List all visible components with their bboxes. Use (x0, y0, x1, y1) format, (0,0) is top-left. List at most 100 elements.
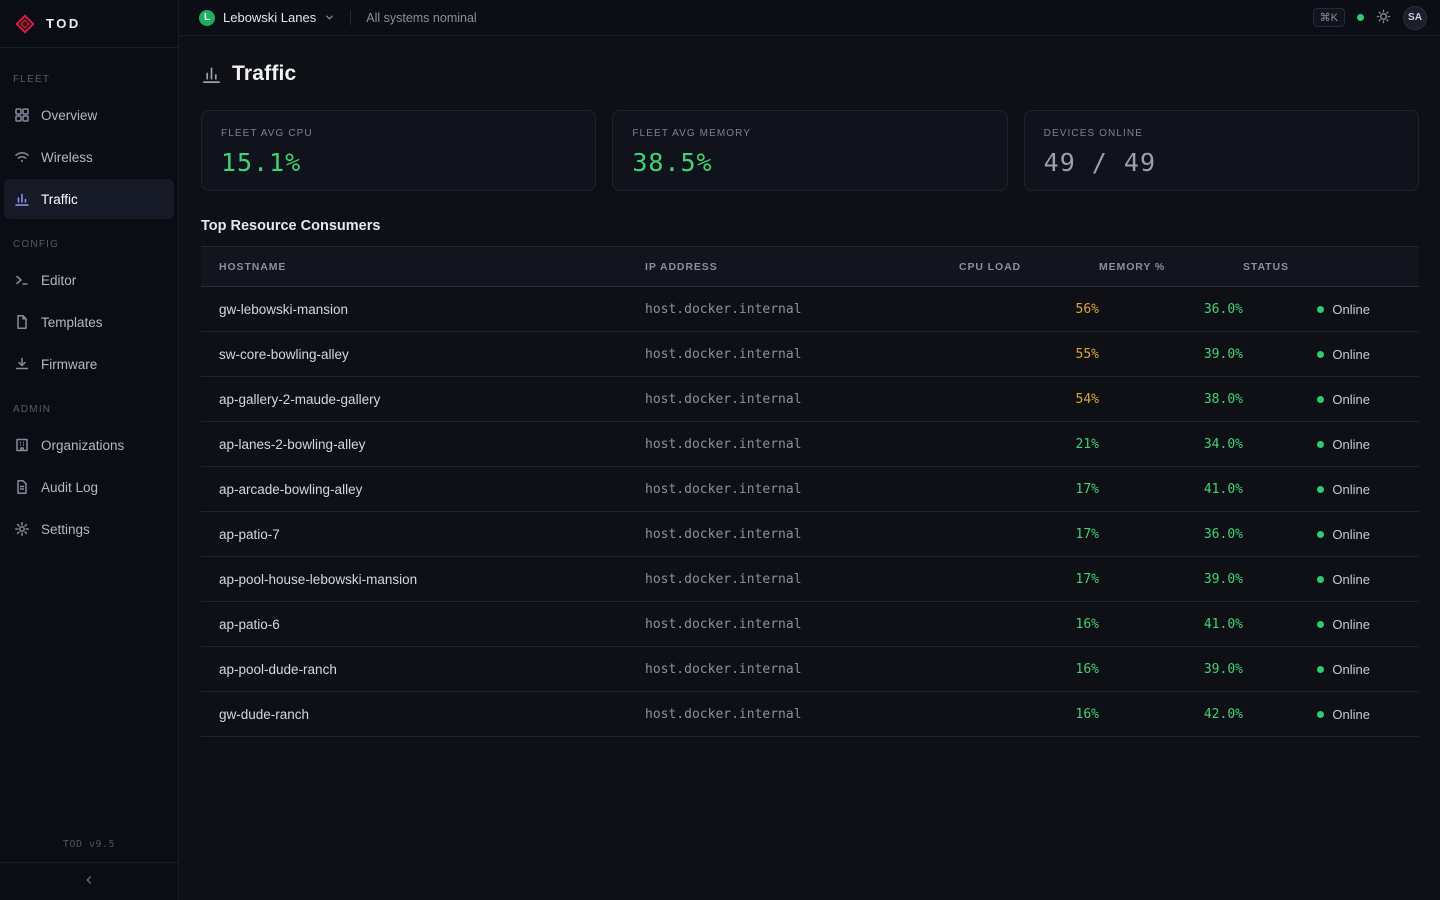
sidebar-item-settings[interactable]: Settings (4, 509, 174, 549)
stat-card-fleet-avg-memory: FLEET AVG MEMORY 38.5% (612, 110, 1007, 191)
online-dot (1317, 351, 1324, 358)
cell-memory: 42.0% (1099, 692, 1243, 737)
sidebar-item-label: Overview (41, 108, 97, 123)
sidebar-item-templates[interactable]: Templates (4, 302, 174, 342)
column-header-cpu: CPU LOAD (959, 247, 1099, 287)
table-row[interactable]: ap-patio-7 host.docker.internal 17% 36.0… (201, 512, 1419, 557)
cell-ip: host.docker.internal (629, 422, 959, 467)
cell-cpu-load: 16% (959, 647, 1099, 692)
status-label: Online (1332, 302, 1370, 317)
column-header-ip: IP ADDRESS (629, 247, 959, 287)
cell-cpu-load: 17% (959, 467, 1099, 512)
gear-icon (13, 521, 30, 538)
column-header-memory: MEMORY % (1099, 247, 1243, 287)
nav-section-fleet: FLEET (0, 56, 178, 93)
cell-hostname: sw-core-bowling-alley (201, 332, 629, 377)
status-label: Online (1332, 527, 1370, 542)
cell-status: Online (1243, 422, 1419, 467)
cell-memory: 39.0% (1099, 332, 1243, 377)
stat-label: FLEET AVG CPU (221, 128, 576, 139)
top-bar: L Lebowski Lanes All systems nominal ⌘K (179, 0, 1440, 36)
cell-memory: 36.0% (1099, 512, 1243, 557)
column-header-hostname: HOSTNAME (201, 247, 629, 287)
org-avatar: L (199, 10, 215, 26)
cell-hostname: ap-arcade-bowling-alley (201, 467, 629, 512)
chevron-down-icon (324, 12, 335, 23)
status-label: Online (1332, 572, 1370, 587)
sidebar-item-organizations[interactable]: Organizations (4, 425, 174, 465)
main-area: L Lebowski Lanes All systems nominal ⌘K (179, 0, 1440, 900)
column-header-status: STATUS (1243, 247, 1419, 287)
sidebar-item-label: Editor (41, 273, 76, 288)
online-dot (1317, 576, 1324, 583)
system-status-text: All systems nominal (366, 11, 476, 25)
cell-hostname: ap-pool-house-lebowski-mansion (201, 557, 629, 602)
app-version: TOD v9.5 (0, 839, 178, 862)
user-avatar[interactable]: SA (1403, 6, 1427, 30)
page-title-row: Traffic (201, 62, 1419, 86)
cell-status: Online (1243, 512, 1419, 557)
sidebar-item-firmware[interactable]: Firmware (4, 344, 174, 384)
page-title: Traffic (232, 62, 296, 86)
status-label: Online (1332, 662, 1370, 677)
table-body: gw-lebowski-mansion host.docker.internal… (201, 287, 1419, 737)
table-row[interactable]: gw-dude-ranch host.docker.internal 16% 4… (201, 692, 1419, 737)
top-bar-right: ⌘K SA (1313, 6, 1427, 30)
table-row[interactable]: ap-lanes-2-bowling-alley host.docker.int… (201, 422, 1419, 467)
online-dot (1317, 666, 1324, 673)
stat-cards: FLEET AVG CPU 15.1% FLEET AVG MEMORY 38.… (201, 110, 1419, 191)
file-icon (13, 314, 30, 331)
cell-ip: host.docker.internal (629, 332, 959, 377)
table-header: HOSTNAME IP ADDRESS CPU LOAD MEMORY % ST… (201, 247, 1419, 287)
sidebar-collapse-button[interactable] (0, 862, 178, 900)
stat-label: DEVICES ONLINE (1044, 128, 1399, 139)
sidebar-item-editor[interactable]: Editor (4, 260, 174, 300)
cell-status: Online (1243, 377, 1419, 422)
wifi-icon (13, 149, 30, 166)
stat-value: 15.1% (221, 148, 576, 177)
health-dot (1357, 14, 1364, 21)
cell-status: Online (1243, 557, 1419, 602)
stat-value: 49 / 49 (1044, 148, 1399, 177)
cell-ip: host.docker.internal (629, 692, 959, 737)
online-dot (1317, 441, 1324, 448)
org-switcher[interactable]: L Lebowski Lanes (199, 10, 335, 26)
cell-cpu-load: 54% (959, 377, 1099, 422)
sidebar-item-overview[interactable]: Overview (4, 95, 174, 135)
command-palette-shortcut[interactable]: ⌘K (1313, 8, 1345, 27)
online-dot (1317, 621, 1324, 628)
app-logo-row: TOD (0, 0, 178, 48)
cell-cpu-load: 17% (959, 512, 1099, 557)
cell-memory: 41.0% (1099, 602, 1243, 647)
cell-status: Online (1243, 332, 1419, 377)
table-row[interactable]: ap-pool-dude-ranch host.docker.internal … (201, 647, 1419, 692)
table-row[interactable]: ap-arcade-bowling-alley host.docker.inte… (201, 467, 1419, 512)
cell-hostname: ap-patio-7 (201, 512, 629, 557)
table-row[interactable]: sw-core-bowling-alley host.docker.intern… (201, 332, 1419, 377)
cell-memory: 39.0% (1099, 647, 1243, 692)
app-name: TOD (46, 16, 81, 31)
cell-memory: 39.0% (1099, 557, 1243, 602)
cell-cpu-load: 17% (959, 557, 1099, 602)
sidebar-item-label: Traffic (41, 192, 78, 207)
theme-toggle-button[interactable] (1376, 9, 1391, 27)
sidebar-item-traffic[interactable]: Traffic (4, 179, 174, 219)
org-name: Lebowski Lanes (223, 10, 316, 25)
online-dot (1317, 486, 1324, 493)
sidebar-item-wireless[interactable]: Wireless (4, 137, 174, 177)
sidebar-item-audit-log[interactable]: Audit Log (4, 467, 174, 507)
table-row[interactable]: gw-lebowski-mansion host.docker.internal… (201, 287, 1419, 332)
cell-hostname: ap-pool-dude-ranch (201, 647, 629, 692)
cell-hostname: gw-lebowski-mansion (201, 287, 629, 332)
cell-ip: host.docker.internal (629, 647, 959, 692)
sidebar-item-label: Settings (41, 522, 90, 537)
online-dot (1317, 711, 1324, 718)
cell-ip: host.docker.internal (629, 557, 959, 602)
cell-status: Online (1243, 692, 1419, 737)
table-row[interactable]: ap-pool-house-lebowski-mansion host.dock… (201, 557, 1419, 602)
online-dot (1317, 396, 1324, 403)
cell-ip: host.docker.internal (629, 287, 959, 332)
table-row[interactable]: ap-patio-6 host.docker.internal 16% 41.0… (201, 602, 1419, 647)
grid-icon (13, 107, 30, 124)
table-row[interactable]: ap-gallery-2-maude-gallery host.docker.i… (201, 377, 1419, 422)
